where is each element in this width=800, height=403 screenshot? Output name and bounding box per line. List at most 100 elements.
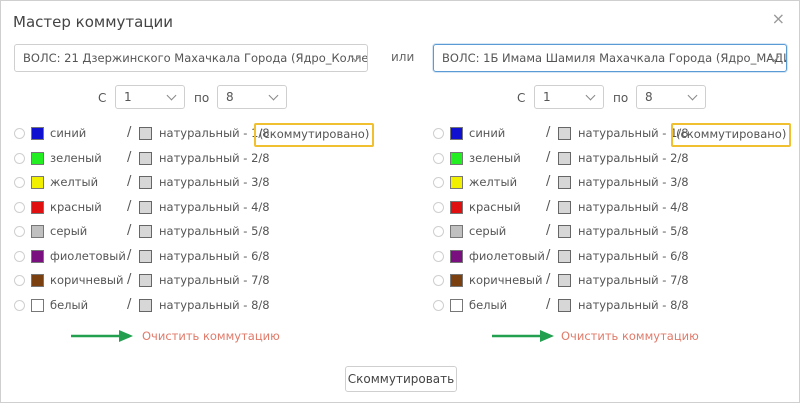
right-fiber-row[interactable]: фиолетовый / натуральный - 6/8 [433, 247, 689, 267]
right-fiber-row[interactable]: синий / натуральный - 1/8 [433, 124, 689, 144]
fiber-color-swatch [31, 298, 44, 312]
left-to-value: 8 [226, 90, 234, 104]
fiber-type-swatch [558, 298, 571, 312]
fiber-color-name: красный [469, 199, 521, 214]
fiber-type-swatch [139, 200, 152, 214]
fiber-type-swatch [139, 151, 152, 165]
right-to-select[interactable]: 8 [636, 85, 706, 109]
left-clear-commutation-link[interactable]: Очистить коммутацию [142, 329, 280, 343]
fiber-radio[interactable] [433, 201, 444, 213]
separator-slash: / [546, 125, 551, 140]
fiber-radio[interactable] [14, 226, 25, 237]
separator-slash: / [546, 174, 551, 189]
separator-slash: / [127, 198, 132, 214]
separator-slash: / [546, 247, 551, 263]
fiber-type-swatch [558, 274, 571, 287]
right-cable-select[interactable]: ВОЛС: 1Б Имама Шамиля Махачкала Города (… [433, 44, 787, 72]
fiber-type-swatch [558, 225, 571, 238]
chevron-down-icon [687, 90, 698, 101]
right-fiber-row[interactable]: зеленый / натуральный - 2/8 [433, 149, 689, 169]
or-label: или [391, 50, 415, 64]
commit-commutation-button[interactable]: Скоммутировать [345, 366, 457, 392]
fiber-radio[interactable] [433, 152, 444, 164]
right-fiber-row[interactable]: желтый / натуральный - 3/8 [433, 173, 689, 193]
left-fiber-row[interactable]: серый / натуральный - 5/8 [14, 222, 270, 242]
separator-slash: / [546, 198, 551, 214]
commutation-wizard-dialog: Мастер коммутации × ВОЛС: 21 Дзержинског… [0, 0, 800, 403]
right-clear-commutation-link[interactable]: Очистить коммутацию [561, 329, 699, 343]
right-fiber-row[interactable]: серый / натуральный - 5/8 [433, 222, 689, 242]
fiber-label: натуральный - 5/8 [578, 224, 689, 238]
fiber-radio[interactable] [433, 226, 444, 237]
fiber-type-swatch [558, 127, 571, 140]
left-fiber-row[interactable]: синий / натуральный - 1/8 [14, 124, 270, 144]
left-cable-select[interactable]: ВОЛС: 21 Дзержинского Махачкала Города (… [14, 44, 368, 72]
left-status-badge: (скоммутировано) [254, 123, 375, 147]
fiber-color-name: фиолетовый [469, 248, 545, 263]
separator-slash: / [546, 272, 551, 287]
left-fiber-row[interactable]: коричневый / натуральный - 7/8 [14, 271, 270, 291]
left-fiber-row[interactable]: желтый / натуральный - 3/8 [14, 173, 270, 193]
left-to-select[interactable]: 8 [217, 85, 287, 109]
fiber-label: натуральный - 3/8 [578, 175, 689, 189]
right-to-label: по [613, 91, 629, 105]
right-annotation-arrow-icon [492, 330, 554, 342]
fiber-radio[interactable] [14, 275, 25, 286]
left-fiber-row[interactable]: зеленый / натуральный - 2/8 [14, 149, 270, 169]
fiber-radio[interactable] [433, 128, 444, 139]
fiber-color-swatch [450, 249, 463, 263]
fiber-radio[interactable] [433, 177, 444, 188]
fiber-color-swatch [450, 127, 463, 140]
right-cable-select-value: ВОЛС: 1Б Имама Шамиля Махачкала Города (… [442, 51, 787, 65]
fiber-radio[interactable] [433, 275, 444, 286]
fiber-label: натуральный - 1/8 [159, 126, 270, 140]
right-fiber-row[interactable]: красный / натуральный - 4/8 [433, 198, 689, 218]
fiber-radio[interactable] [14, 128, 25, 139]
fiber-label: натуральный - 2/8 [578, 150, 689, 165]
right-from-value: 1 [543, 90, 551, 104]
close-icon[interactable]: × [772, 11, 785, 27]
right-fiber-row[interactable]: коричневый / натуральный - 7/8 [433, 271, 689, 291]
separator-slash: / [127, 272, 132, 287]
fiber-color-swatch [31, 274, 44, 287]
fiber-radio[interactable] [14, 177, 25, 188]
fiber-color-name: желтый [469, 175, 518, 189]
fiber-color-name: желтый [50, 175, 99, 189]
right-from-select[interactable]: 1 [534, 85, 604, 109]
fiber-radio[interactable] [14, 299, 25, 311]
fiber-type-swatch [558, 151, 571, 165]
fiber-label: натуральный - 4/8 [578, 199, 689, 214]
separator-slash: / [127, 247, 132, 263]
fiber-color-name: синий [469, 126, 506, 140]
left-fiber-row[interactable]: белый / натуральный - 8/8 [14, 296, 270, 316]
fiber-color-name: серый [469, 224, 507, 238]
fiber-color-swatch [450, 225, 463, 238]
fiber-color-name: коричневый [50, 273, 124, 287]
right-from-label: С [517, 91, 526, 105]
left-fiber-row[interactable]: фиолетовый / натуральный - 6/8 [14, 247, 270, 267]
right-fiber-row[interactable]: белый / натуральный - 8/8 [433, 296, 689, 316]
left-from-select[interactable]: 1 [115, 85, 185, 109]
fiber-radio[interactable] [433, 299, 444, 311]
fiber-type-swatch [139, 298, 152, 312]
fiber-color-swatch [31, 249, 44, 263]
fiber-color-name: красный [50, 199, 102, 214]
fiber-color-name: серый [50, 224, 88, 238]
fiber-label: натуральный - 5/8 [159, 224, 270, 238]
fiber-radio[interactable] [14, 250, 25, 262]
fiber-radio[interactable] [14, 152, 25, 164]
right-status-badge: (скоммутировано) [671, 123, 792, 147]
separator-slash: / [546, 296, 551, 312]
fiber-radio[interactable] [14, 201, 25, 213]
left-fiber-row[interactable]: красный / натуральный - 4/8 [14, 198, 270, 218]
fiber-label: натуральный - 7/8 [159, 273, 270, 287]
separator-slash: / [127, 296, 132, 312]
fiber-radio[interactable] [433, 250, 444, 262]
left-cable-select-value: ВОЛС: 21 Дзержинского Махачкала Города (… [23, 51, 368, 65]
fiber-type-swatch [558, 200, 571, 214]
fiber-color-name: зеленый [469, 150, 521, 165]
fiber-color-name: белый [469, 297, 508, 312]
fiber-label: натуральный - 6/8 [578, 248, 689, 263]
fiber-color-swatch [450, 298, 463, 312]
fiber-color-swatch [450, 274, 463, 287]
